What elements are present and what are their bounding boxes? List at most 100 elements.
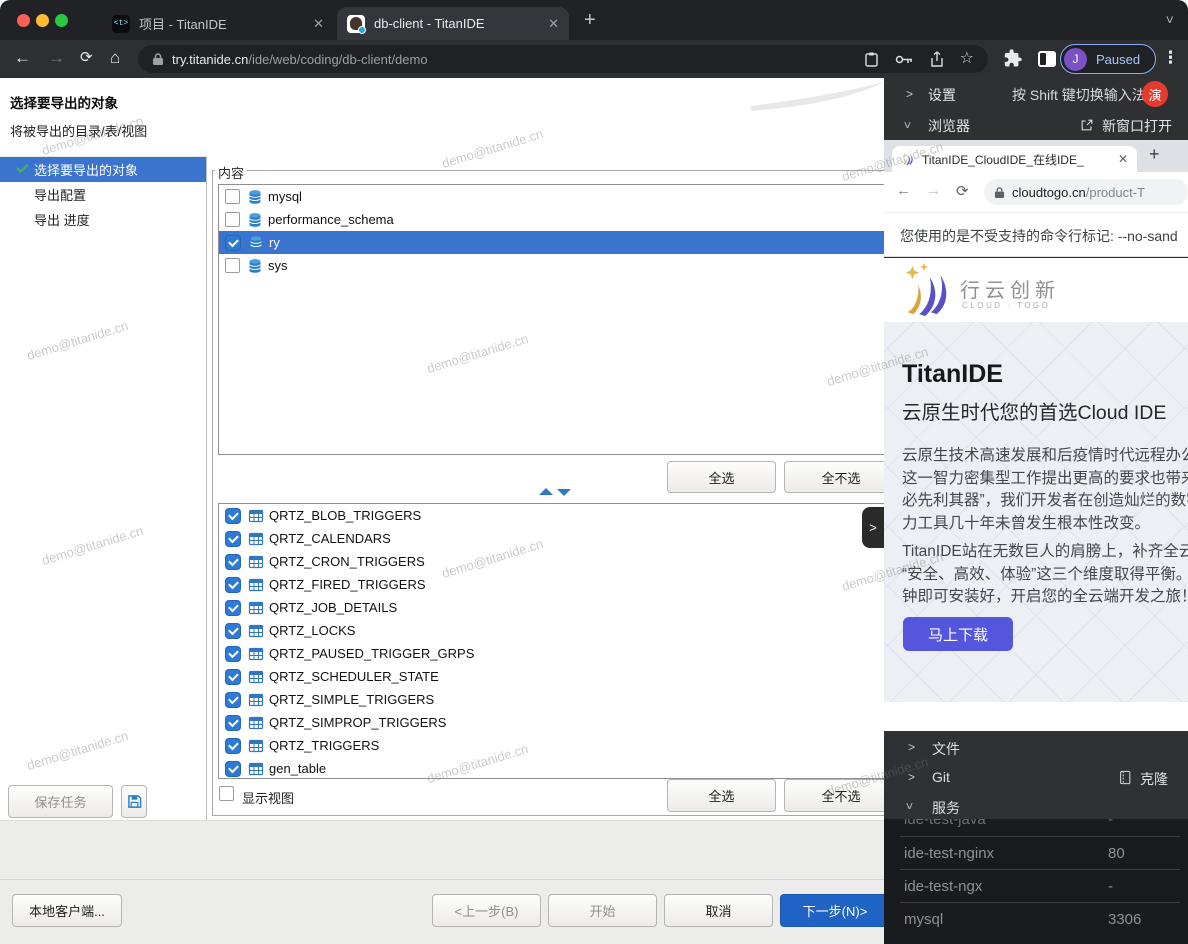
service-port: 3306 [1108, 911, 1141, 928]
clone-label[interactable]: 克隆 [1140, 769, 1168, 789]
select-none-button-top[interactable]: 全不选 [784, 461, 898, 493]
maximize-window-button[interactable] [55, 14, 68, 27]
back-button[interactable]: ← [14, 48, 31, 68]
inner-address-bar[interactable]: cloudtogo.cn/product-T [984, 179, 1188, 205]
bookmark-star-icon[interactable]: ☆ [960, 51, 974, 67]
close-window-button[interactable] [17, 14, 30, 27]
forward-button[interactable]: → [48, 48, 65, 68]
inner-reload-button[interactable]: ⟳ [956, 182, 969, 200]
minimize-window-button[interactable] [36, 14, 49, 27]
table-name: QRTZ_TRIGGERS [269, 738, 379, 753]
select-all-button-top[interactable]: 全选 [667, 461, 776, 493]
row-checkbox[interactable] [225, 669, 241, 685]
row-checkbox[interactable] [225, 235, 241, 251]
previous-step-button[interactable]: <上一步(B) [432, 894, 541, 927]
table-icon [248, 646, 264, 662]
row-checkbox[interactable] [225, 646, 241, 662]
chevron-down-icon: > [906, 799, 913, 813]
open-new-window-icon[interactable] [1080, 118, 1094, 132]
table-name: QRTZ_FIRED_TRIGGERS [269, 577, 426, 592]
database-name: performance_schema [268, 212, 394, 227]
save-task-button[interactable]: 保存任务 [8, 785, 113, 818]
wizard-subtitle: 将被导出的目录/表/视图 [10, 121, 147, 140]
open-new-window-label[interactable]: 新窗口打开 [1102, 116, 1172, 136]
splitter-up-icon[interactable] [539, 488, 553, 495]
service-row[interactable]: ide-test-nginx80 [884, 837, 1188, 869]
splitter-down-icon[interactable] [557, 489, 571, 496]
services-section-row[interactable]: > 服务 [884, 793, 1188, 819]
copy-link-icon[interactable] [864, 51, 879, 68]
home-button[interactable]: ⌂ [110, 48, 120, 68]
table-name: QRTZ_SIMPROP_TRIGGERS [269, 715, 446, 730]
step-select-objects[interactable]: 选择要导出的对象 [0, 157, 206, 182]
row-checkbox[interactable] [225, 761, 241, 777]
reload-button[interactable]: ⟳ [80, 48, 93, 66]
show-views-label: 显示视图 [242, 788, 294, 807]
table-name: QRTZ_PAUSED_TRIGGER_GRPS [269, 646, 474, 661]
ide-sections: > 文件 > Git 克隆 > 服务 ide-test-java-ide-tes… [884, 731, 1188, 944]
row-checkbox[interactable] [225, 258, 240, 273]
local-client-button[interactable]: 本地客户端... [12, 894, 122, 927]
row-checkbox[interactable] [225, 623, 241, 639]
hero-bottom-band [884, 702, 1188, 731]
next-step-button[interactable]: 下一步(N)> [780, 894, 890, 927]
files-section-row[interactable]: > 文件 [884, 733, 1188, 763]
new-tab-button[interactable]: + [584, 9, 596, 32]
inner-new-tab-button[interactable]: + [1149, 144, 1160, 165]
row-checkbox[interactable] [225, 189, 240, 204]
menu-dots-icon[interactable]: ⋮ [1162, 48, 1179, 68]
inner-tab-close-icon[interactable]: ✕ [1118, 152, 1128, 166]
start-button[interactable]: 开始 [548, 894, 657, 927]
ide-side-panel: > 设置 按 Shift 键切换输入法 演 > 浏览器 新窗口打开 Ti [884, 78, 1188, 944]
avatar: J [1064, 48, 1087, 71]
service-row[interactable]: mysql3306 [884, 903, 1188, 935]
tab-title: 项目 - TitanIDE [139, 14, 227, 33]
brand-subtitle: CLOUD · TOGO [962, 301, 1050, 310]
address-bar[interactable]: try.titanide.cn/ide/web/coding/db-client… [138, 45, 988, 73]
cancel-button[interactable]: 取消 [664, 894, 773, 927]
profile-button[interactable]: J Paused [1060, 44, 1156, 74]
row-checkbox[interactable] [225, 738, 241, 754]
row-checkbox[interactable] [225, 715, 241, 731]
extensions-puzzle-icon[interactable] [1002, 48, 1023, 69]
clone-icon[interactable] [1118, 770, 1132, 785]
panel-expander-handle[interactable]: > [862, 507, 884, 548]
database-name: ry [269, 235, 280, 250]
table-name: QRTZ_JOB_DETAILS [269, 600, 397, 615]
git-section-row[interactable]: > Git 克隆 [884, 763, 1188, 793]
password-key-icon[interactable] [895, 54, 914, 65]
inner-back-button[interactable]: ← [896, 182, 911, 199]
tab-project[interactable]: <t> 项目 - TitanIDE ✕ [102, 7, 334, 40]
inner-browser-tab[interactable]: TitanIDE_CloudIDE_在线IDE_ ✕ [892, 146, 1137, 172]
row-checkbox[interactable] [225, 577, 241, 593]
tab-close-icon[interactable]: ✕ [538, 16, 559, 32]
inner-tab-strip: TitanIDE_CloudIDE_在线IDE_ ✕ + [884, 140, 1188, 172]
step-export-progress[interactable]: 导出 进度 [0, 207, 206, 232]
tab-search-chevron-icon[interactable]: > [1166, 12, 1174, 27]
row-checkbox[interactable] [225, 554, 241, 570]
service-row[interactable]: ide-test-ngx- [884, 870, 1188, 902]
show-views-checkbox[interactable] [219, 786, 234, 801]
tab-db-client[interactable]: db-client - TitanIDE ✕ [337, 7, 569, 40]
browser-toolbar: ← → ⟳ ⌂ try.titanide.cn/ide/web/coding/d… [0, 40, 1188, 78]
row-checkbox[interactable] [225, 692, 241, 708]
titanide-favicon: <t> [112, 15, 130, 33]
download-button[interactable]: 马上下载 [903, 617, 1013, 651]
step-export-config[interactable]: 导出配置 [0, 182, 206, 207]
inner-forward-button[interactable]: → [926, 182, 941, 199]
settings-label: 设置 [928, 85, 956, 105]
share-icon[interactable] [930, 51, 944, 68]
row-checkbox[interactable] [225, 531, 241, 547]
table-icon [248, 623, 264, 639]
row-checkbox[interactable] [225, 600, 241, 616]
save-task-icon-button[interactable] [121, 785, 147, 818]
row-checkbox[interactable] [225, 212, 240, 227]
table-icon [248, 531, 264, 547]
row-checkbox[interactable] [225, 508, 241, 524]
select-none-button-bottom[interactable]: 全不选 [784, 779, 898, 812]
hero-section: TitanIDE 云原生时代您的首选Cloud IDE 云原生技术高速发展和后疫… [884, 322, 1188, 702]
tab-close-icon[interactable]: ✕ [303, 16, 324, 32]
side-panel-icon[interactable] [1038, 51, 1056, 67]
browser-tab-strip: <t> 项目 - TitanIDE ✕ db-client - TitanIDE… [0, 0, 1188, 40]
select-all-button-bottom[interactable]: 全选 [667, 779, 776, 812]
